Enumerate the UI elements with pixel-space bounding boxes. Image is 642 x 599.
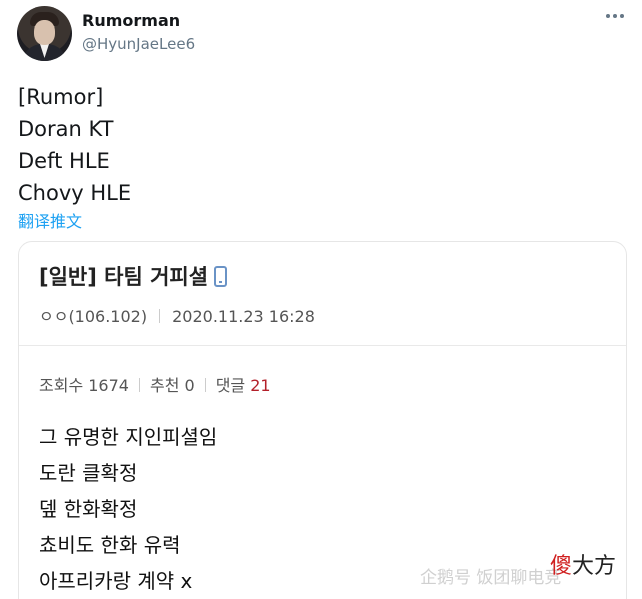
- tweet: Rumorman @HyunJaeLee6 [Rumor] Doran KT D…: [0, 0, 642, 599]
- mobile-phone-icon: [214, 266, 228, 287]
- post-meta: ㅇㅇ(106.102) 2020.11.23 16:28: [39, 303, 315, 327]
- tweet-line: Doran KT: [18, 117, 114, 141]
- post-title-text: [일반] 타팀 거피셜: [39, 265, 209, 289]
- comments-label: 댓글: [215, 376, 246, 395]
- tweet-line: Chovy HLE: [18, 181, 132, 205]
- user-handle[interactable]: @HyunJaeLee6: [82, 35, 195, 53]
- post-body-line: 쵸비도 한화 유력: [39, 533, 181, 557]
- brand-watermark: 傻大方: [550, 548, 616, 580]
- comments-count: 21: [250, 376, 271, 395]
- display-name[interactable]: Rumorman: [82, 11, 180, 30]
- post-title: [일반] 타팀 거피셜: [39, 261, 228, 291]
- divider: [138, 378, 140, 392]
- divider: [204, 378, 206, 392]
- brand-black: 大方: [572, 554, 617, 579]
- divider: [159, 309, 161, 323]
- avatar[interactable]: [17, 6, 72, 61]
- post-datetime: 2020.11.23 16:28: [172, 307, 315, 326]
- post-body: 그 유명한 지인피셜임 도란 클확정 뎊 한화확정 쵸비도 한화 유력 아프리카…: [39, 419, 217, 599]
- tweet-line: [Rumor]: [18, 85, 104, 109]
- more-icon[interactable]: [606, 9, 628, 23]
- watermark-text: 企鹅号 饭团聊电竞: [420, 568, 562, 588]
- translate-tweet-link[interactable]: 翻译推文: [18, 208, 82, 232]
- post-body-line: 그 유명한 지인피셜임: [39, 425, 218, 449]
- post-body-line: 뎊 한화확정: [39, 497, 138, 521]
- post-header: [일반] 타팀 거피셜 ㅇㅇ(106.102) 2020.11.23 16:28: [19, 242, 626, 346]
- tweet-text: [Rumor] Doran KT Deft HLE Chovy HLE: [18, 81, 131, 209]
- brand-red: 傻: [550, 554, 573, 579]
- post-body-line: 도란 클확정: [39, 461, 138, 485]
- post-author: ㅇㅇ(106.102): [39, 307, 148, 326]
- recommend-count: 추천 0: [149, 376, 195, 395]
- embedded-image-card[interactable]: [일반] 타팀 거피셜 ㅇㅇ(106.102) 2020.11.23 16:28 …: [18, 241, 627, 599]
- views-count: 조회수 1674: [39, 376, 129, 395]
- tweet-line: Deft HLE: [18, 149, 110, 173]
- post-body-line: 아프리카랑 계약 x: [39, 569, 193, 593]
- post-stats: 조회수 1674 추천 0 댓글 21: [39, 372, 271, 396]
